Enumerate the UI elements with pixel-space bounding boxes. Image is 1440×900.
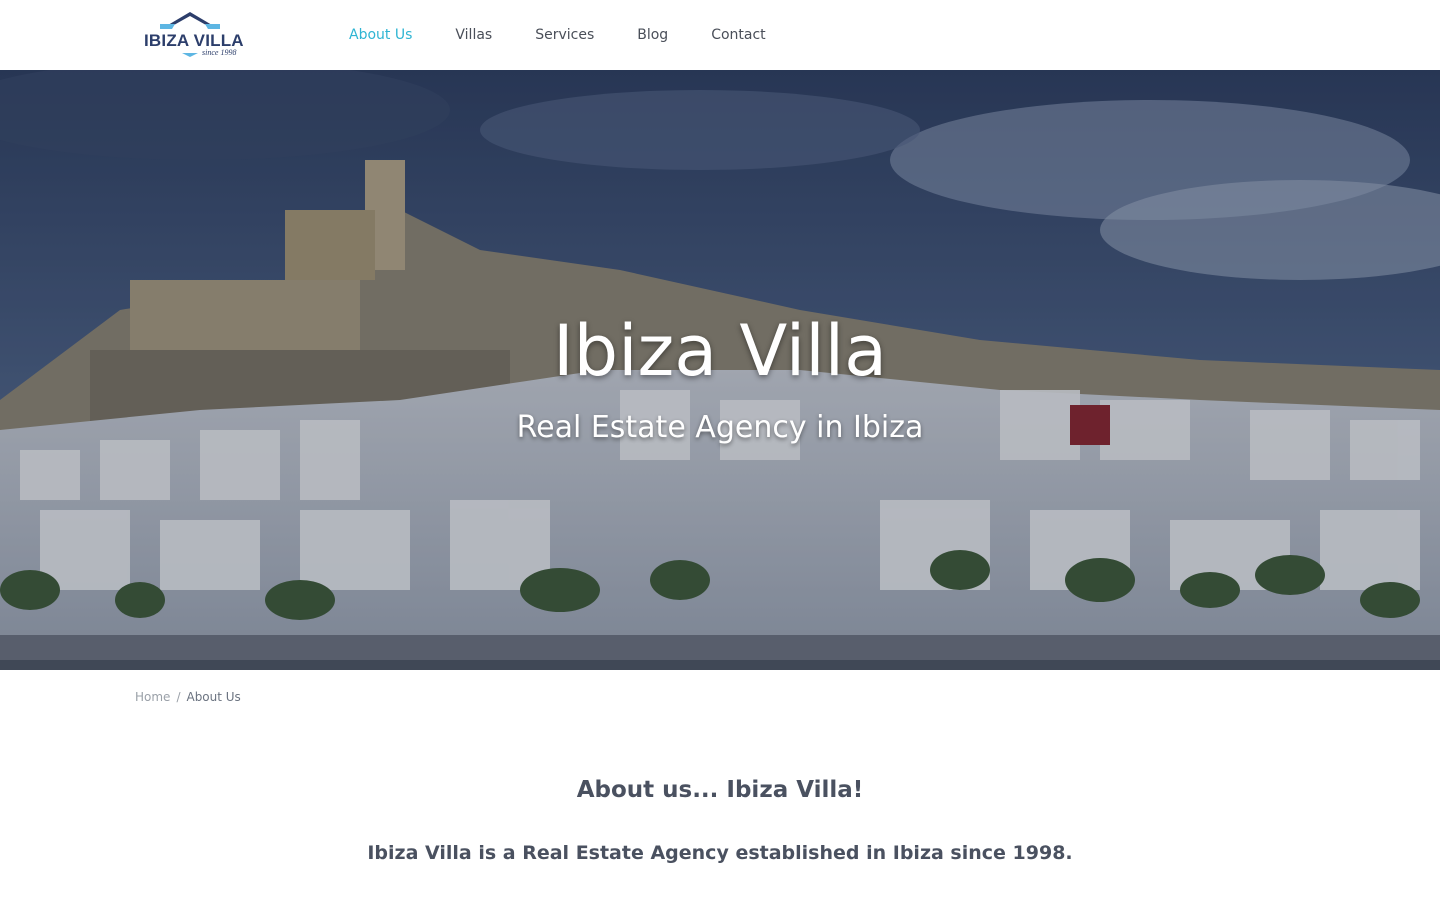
breadcrumb-current: About Us [186, 690, 241, 704]
nav-about-us[interactable]: About Us [349, 24, 412, 46]
hero-subtitle: Real Estate Agency in Ibiza [516, 410, 924, 445]
nav-services[interactable]: Services [535, 24, 594, 46]
nav-blog[interactable]: Blog [637, 24, 668, 46]
page-title: About us... Ibiza Villa! [576, 777, 864, 803]
breadcrumb-home-link[interactable]: Home [135, 688, 170, 706]
hero-banner: Ibiza Villa Real Estate Agency in Ibiza [0, 70, 1440, 670]
logo[interactable]: IBIZA VILLA since 1998 [140, 10, 244, 60]
breadcrumb: Home / About Us [135, 688, 241, 706]
nav-contact[interactable]: Contact [711, 24, 765, 46]
logo-tagline: since 1998 [202, 48, 237, 57]
site-header: IBIZA VILLA since 1998 About Us Villas S… [0, 0, 1440, 70]
main-nav: About Us Villas Services Blog Contact [349, 24, 809, 46]
breadcrumb-separator: / [176, 690, 181, 704]
intro-text: Ibiza Villa is a Real Estate Agency esta… [367, 842, 1073, 864]
hero-title: Ibiza Villa [552, 310, 887, 392]
nav-villas[interactable]: Villas [455, 24, 492, 46]
